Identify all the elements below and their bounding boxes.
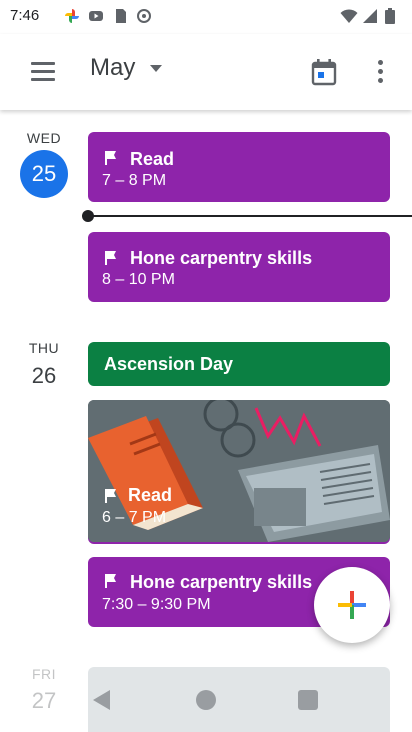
- event-read-illustrated[interactable]: Read 6 – 7 PM: [88, 400, 390, 542]
- home-icon[interactable]: [194, 688, 218, 712]
- event-hone-carpentry-skills[interactable]: Hone carpentry skills 8 – 10 PM: [88, 232, 390, 302]
- menu-button[interactable]: [28, 60, 58, 84]
- flag-icon: [105, 489, 116, 503]
- event-time: 7:30 – 9:30 PM: [102, 596, 211, 613]
- youtube-icon: [89, 11, 103, 21]
- event-time: 7 – 8 PM: [102, 172, 167, 189]
- add-icon: [338, 591, 366, 619]
- photos-icon: [65, 9, 79, 23]
- flag-icon: [105, 251, 116, 265]
- app-bar: May: [0, 34, 412, 110]
- more-vert-icon[interactable]: [372, 56, 390, 88]
- event-title: Ascension Day: [104, 354, 234, 374]
- event-time: 6 – 7 PM: [102, 509, 167, 526]
- signal-icon: [363, 9, 377, 23]
- month-selector[interactable]: May: [90, 54, 135, 82]
- event-time: 8 – 10 PM: [102, 271, 175, 288]
- event-ascension-day[interactable]: Ascension Day: [88, 342, 390, 386]
- chevron-down-icon[interactable]: [150, 65, 162, 72]
- status-time: 7:46: [10, 7, 40, 24]
- day-of-week-label: THU: [28, 340, 60, 356]
- day-date-label[interactable]: 26: [21, 363, 67, 389]
- event-read[interactable]: Read 7 – 8 PM: [88, 132, 390, 202]
- battery-icon: [385, 8, 395, 24]
- flag-icon: [105, 574, 116, 588]
- calendar-today-icon[interactable]: [310, 58, 338, 86]
- back-icon[interactable]: [90, 688, 114, 712]
- event-title: Read: [130, 149, 175, 169]
- wifi-icon: [340, 9, 358, 23]
- sd-card-icon: [116, 9, 126, 23]
- recents-icon[interactable]: [297, 689, 319, 711]
- status-bar: 7:46: [0, 0, 412, 34]
- day-of-week-label: WED: [26, 130, 62, 146]
- event-title: Hone carpentry skills: [130, 572, 313, 592]
- today-date-badge[interactable]: 25: [20, 150, 68, 198]
- sync-icon: [137, 9, 151, 23]
- event-title: Read: [128, 485, 173, 505]
- event-title: Hone carpentry skills: [130, 248, 313, 268]
- create-event-button[interactable]: [314, 567, 390, 643]
- current-time-line: [88, 215, 412, 217]
- flag-icon: [105, 151, 116, 165]
- system-nav-bar: [0, 660, 412, 732]
